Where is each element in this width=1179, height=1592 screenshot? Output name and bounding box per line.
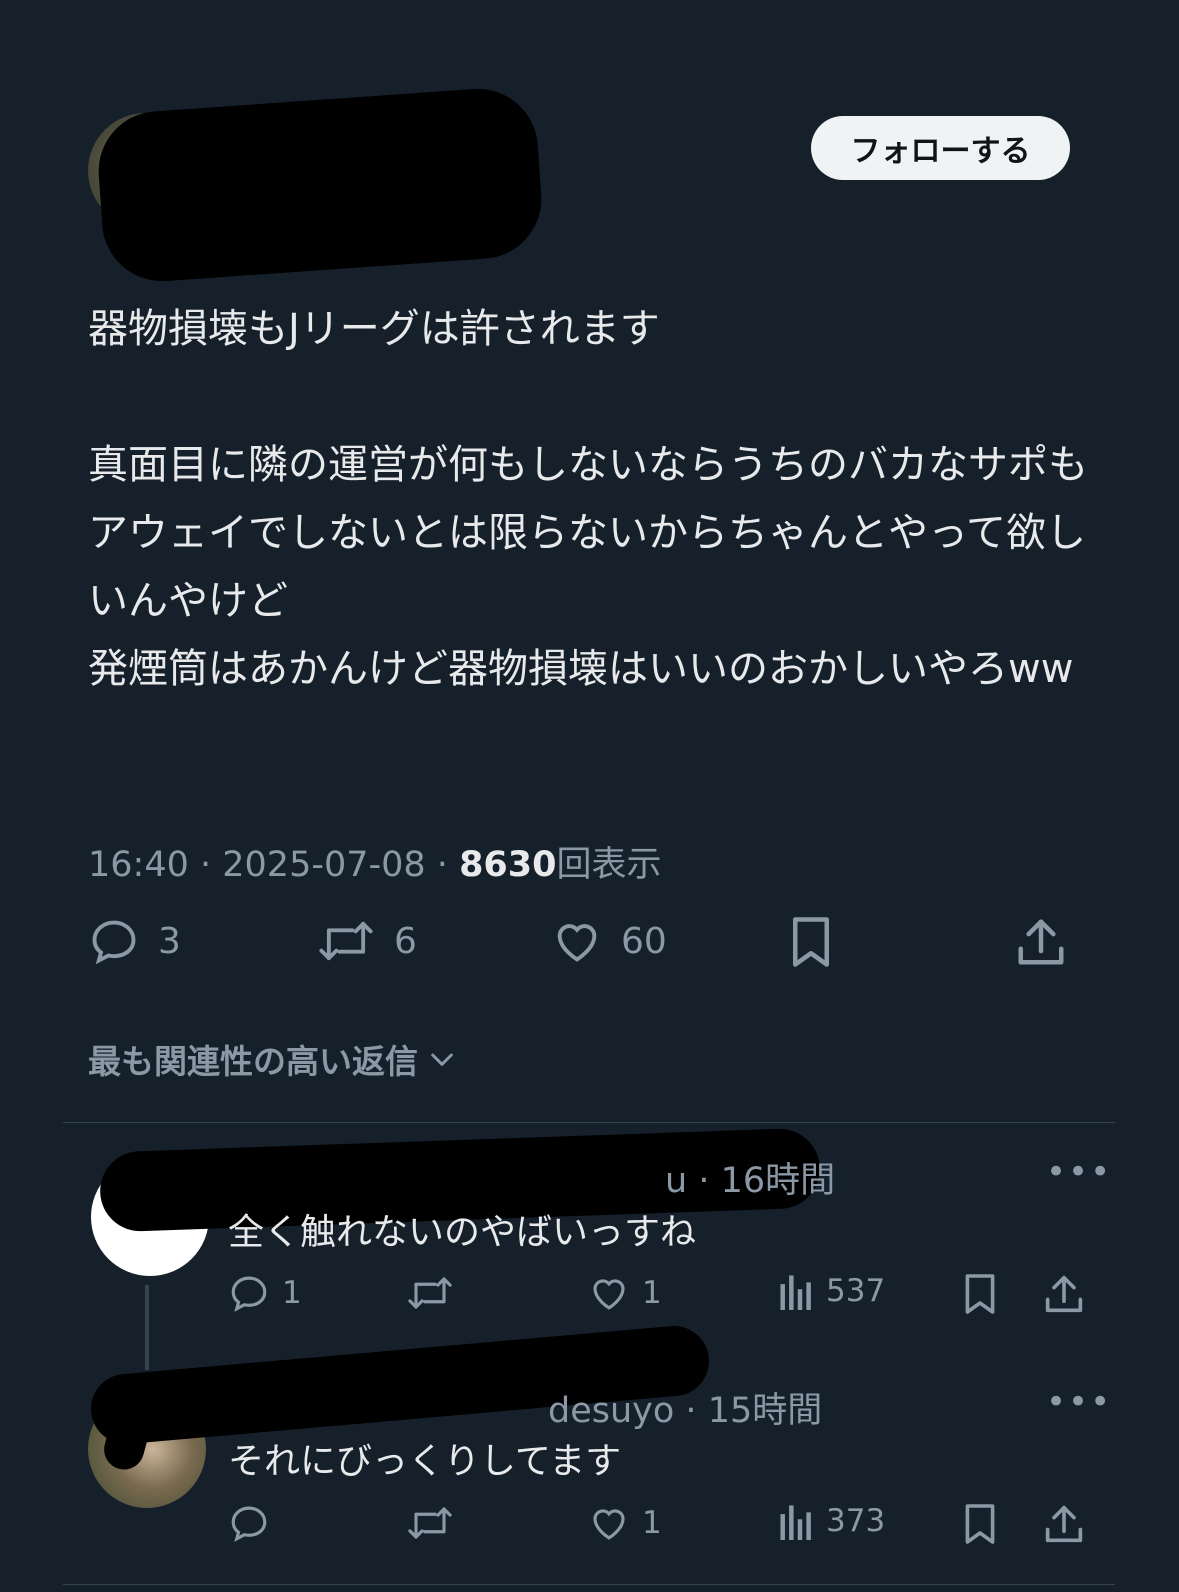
reply-sort-dropdown[interactable]: 最も関連性の高い返信 [88,1035,458,1083]
reply-reply-action[interactable] [228,1502,282,1544]
tweet-action-bar: 3 6 60 [88,915,1088,985]
author-name-redaction [94,84,546,286]
reply-reply-action[interactable]: 1 [228,1272,302,1314]
reply-icon [228,1502,270,1544]
divider [63,1122,1115,1123]
reply-view-count: 537 [826,1273,886,1309]
reply-like-action[interactable]: 1 [588,1272,662,1314]
reply-handle-tail: desuyo [548,1391,675,1431]
more-options-icon[interactable]: ••• [1046,1382,1112,1422]
share-icon [1044,1502,1084,1546]
retweet-action[interactable]: 6 [316,915,417,967]
heart-icon [551,915,603,967]
reply-like-count: 1 [642,1275,662,1311]
reply-views-action[interactable]: 537 [778,1272,885,1310]
tweet-time[interactable]: 16:40 [88,845,189,885]
reply-like-count: 1 [642,1505,662,1541]
more-options-icon[interactable]: ••• [1046,1152,1112,1192]
reply-reply-count: 1 [282,1275,302,1311]
thread-connector [145,1285,149,1370]
retweet-icon [405,1502,455,1544]
chevron-down-icon [426,1043,458,1075]
reply-meta: u · 16時間 [665,1161,836,1201]
follow-button[interactable]: フォローする [811,116,1070,180]
retweet-icon [405,1272,455,1314]
heart-icon [588,1272,630,1314]
reply-text: それにびっくりしてます [228,1441,622,1482]
share-icon [1016,915,1066,969]
like-count: 60 [621,920,667,962]
reply-action[interactable]: 3 [88,915,181,967]
reply-like-action[interactable]: 1 [588,1502,662,1544]
reply-sort-label: 最も関連性の高い返信 [88,1042,418,1081]
divider [63,1584,1115,1585]
bookmark-icon [788,915,834,969]
reply-age[interactable]: 16時間 [721,1161,836,1201]
reply-share-action[interactable] [1044,1502,1084,1546]
reply-view-count: 373 [826,1503,886,1539]
reply-icon [88,915,140,967]
tweet-text: 器物損壊もJリーグは許されます 真面目に隣の運営が何もしないならうちのバカなサポ… [88,306,1088,692]
reply-bookmark-action[interactable] [962,1272,998,1316]
view-count-label: 回表示 [556,845,662,885]
reply-bookmark-action[interactable] [962,1502,998,1546]
reply-count: 3 [158,920,181,962]
view-count: 8630 [459,845,557,885]
like-action[interactable]: 60 [551,915,667,967]
reply-retweet-action[interactable] [405,1502,455,1544]
analytics-icon [778,1502,814,1540]
heart-icon [588,1502,630,1544]
tweet-meta: 16:40 · 2025-07-08 · 8630回表示 [88,845,662,885]
reply-retweet-action[interactable] [405,1272,455,1314]
bookmark-icon [962,1272,998,1316]
retweet-icon [316,915,376,967]
tweet-date[interactable]: 2025-07-08 [222,845,425,885]
reply-age[interactable]: 15時間 [708,1391,823,1431]
share-action[interactable] [1016,915,1066,969]
analytics-icon [778,1272,814,1310]
share-icon [1044,1272,1084,1316]
reply-views-action[interactable]: 373 [778,1502,885,1540]
bookmark-icon [962,1502,998,1546]
reply-share-action[interactable] [1044,1272,1084,1316]
reply-icon [228,1272,270,1314]
reply-meta: desuyo · 15時間 [548,1391,823,1431]
retweet-count: 6 [394,920,417,962]
bookmark-action[interactable] [788,915,834,969]
reply-handle-tail: u [665,1161,688,1201]
reply-text: 全く触れないのやばいっすね [228,1212,697,1253]
